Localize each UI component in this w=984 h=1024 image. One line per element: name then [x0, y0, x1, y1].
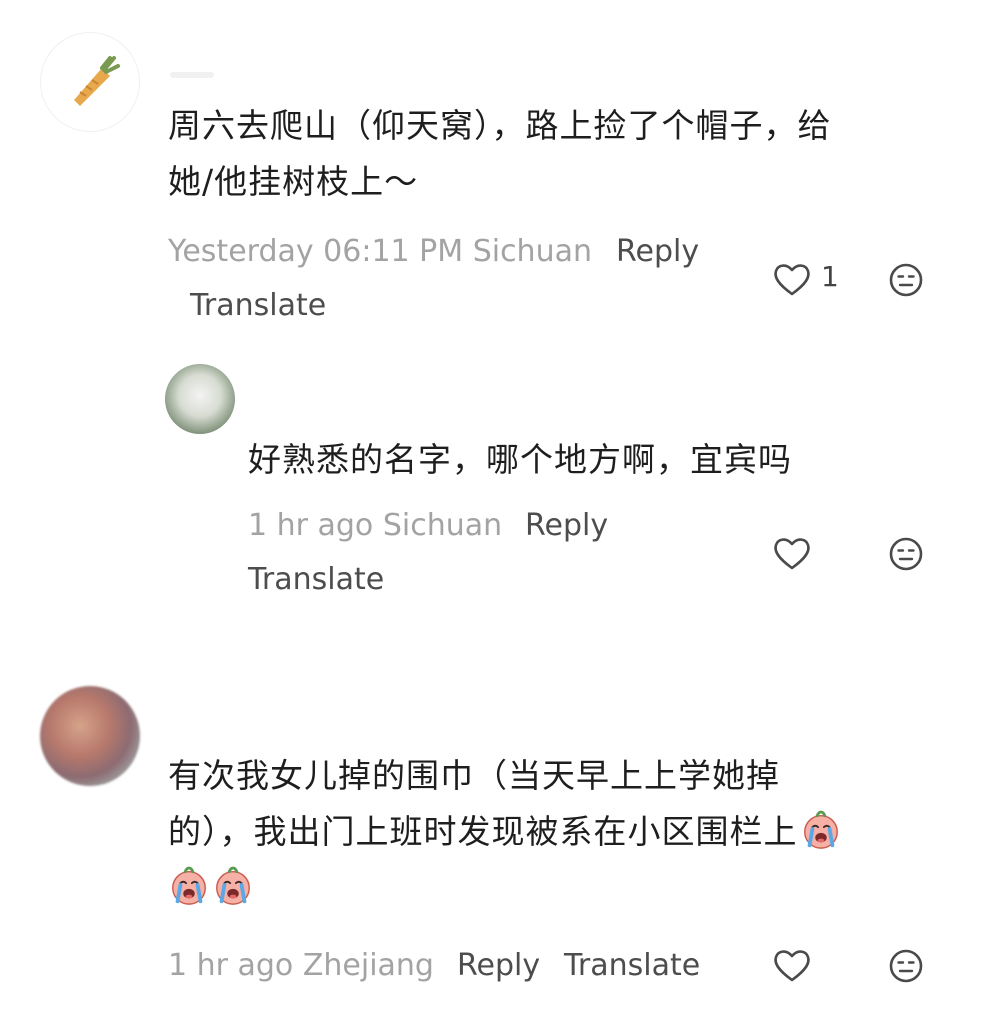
comment-text: 周六去爬山（仰天窝），路上捡了个帽子，给 她/他挂树枝上～ [168, 98, 948, 210]
comment-text: 有次我女儿掉的围巾（当天早上上学她掉 的），我出门上班时发现被系在小区围栏上 [168, 748, 958, 916]
like-count: 1 [821, 260, 839, 293]
reply-button[interactable]: Reply [616, 234, 699, 269]
heart-outline-icon[interactable] [772, 534, 812, 574]
emoji-row [168, 860, 958, 916]
comment-text-line: 有次我女儿掉的围巾（当天早上上学她掉 [168, 756, 780, 795]
carrot-icon [74, 56, 120, 106]
timestamp: Yesterday 06:11 PM [168, 234, 464, 269]
neutral-face-icon[interactable] [886, 946, 926, 986]
translate-button[interactable]: Translate [190, 288, 326, 323]
heart-outline-icon[interactable] [772, 260, 812, 300]
avatar[interactable] [165, 364, 235, 434]
comment-text-line: 她/他挂树枝上～ [168, 162, 419, 201]
location: Sichuan [472, 234, 592, 269]
comment-timestamp: Yesterday 06:11 PM Sichuan [168, 234, 592, 269]
comment-text-line: 好熟悉的名字，哪个地方啊，宜宾吗 [248, 440, 792, 479]
translate-button[interactable]: Translate [564, 948, 700, 983]
reply-button[interactable]: Reply [457, 948, 540, 983]
translate-button[interactable]: Translate [248, 562, 384, 597]
reply-button[interactable]: Reply [525, 508, 608, 543]
avatar[interactable] [40, 686, 140, 786]
location: Sichuan [382, 508, 503, 543]
avatar[interactable] [40, 32, 140, 132]
timestamp: 1 hr ago [168, 948, 294, 983]
heart-outline-icon[interactable] [772, 946, 812, 986]
crying-face-emoji [168, 865, 210, 907]
username[interactable] [170, 72, 214, 78]
neutral-face-icon[interactable] [886, 534, 926, 574]
neutral-face-icon[interactable] [886, 260, 926, 300]
comment-timestamp: 1 hr ago Sichuan [248, 508, 502, 543]
timestamp: 1 hr ago [248, 508, 374, 543]
location: Zhejiang [302, 948, 434, 983]
crying-face-emoji [212, 865, 254, 907]
comment-text-line: 的），我出门上班时发现被系在小区围栏上 [168, 804, 958, 860]
comment-text-span: 的），我出门上班时发现被系在小区围栏上 [168, 812, 798, 851]
comment-timestamp: 1 hr ago Zhejiang [168, 948, 434, 983]
crying-face-emoji [800, 809, 842, 851]
comment-text: 好熟悉的名字，哪个地方啊，宜宾吗 [248, 432, 928, 488]
comment-text-line: 周六去爬山（仰天窝），路上捡了个帽子，给 [168, 106, 832, 145]
